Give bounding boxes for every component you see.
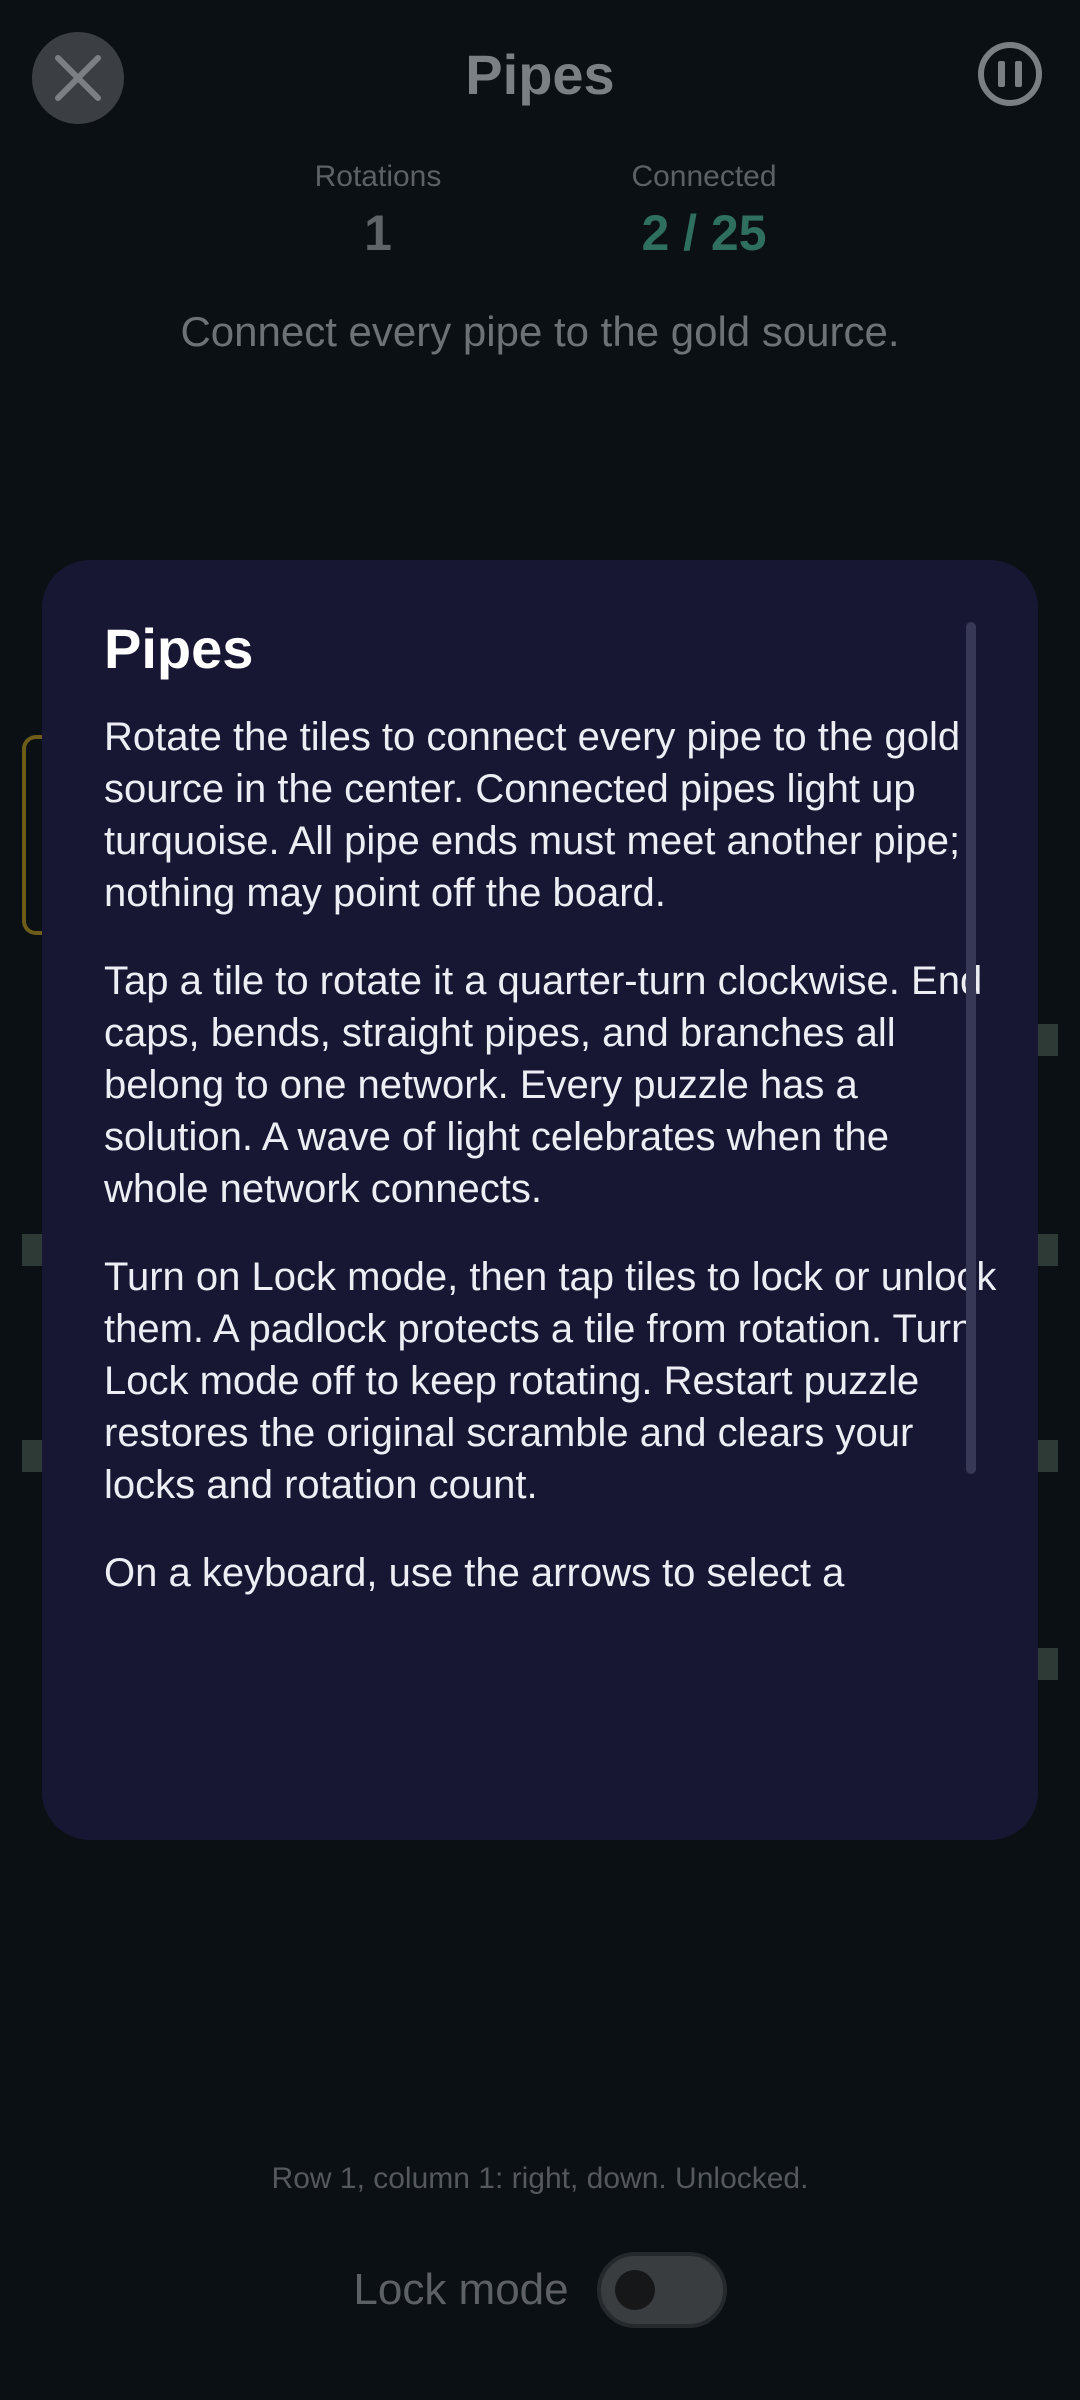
help-paragraph: Turn on Lock mode, then tap tiles to loc… bbox=[104, 1255, 997, 1507]
connected-stat: Connected 2 / 25 bbox=[574, 160, 834, 262]
pipe-stub bbox=[22, 1234, 44, 1266]
toggle-knob bbox=[614, 2270, 655, 2310]
lock-mode-toggle[interactable] bbox=[596, 2252, 727, 2328]
rotations-label: Rotations bbox=[314, 160, 442, 193]
help-dialog-content[interactable]: Pipes Rotate the tiles to connect every … bbox=[104, 616, 1004, 1796]
connected-value: 2 / 25 bbox=[641, 205, 767, 261]
rotations-stat: Rotations 1 bbox=[248, 160, 508, 262]
pipe-stub bbox=[1036, 1234, 1058, 1266]
rotations-value: 1 bbox=[364, 205, 392, 261]
instruction-hint: Connect every pipe to the gold source. bbox=[180, 308, 900, 355]
lock-mode-label: Lock mode bbox=[353, 2265, 569, 2314]
pipe-stub bbox=[1036, 1024, 1058, 1056]
pause-icon-bar bbox=[1015, 61, 1022, 87]
pause-button[interactable] bbox=[978, 42, 1042, 106]
help-paragraph: On a keyboard, use the arrows to select … bbox=[104, 1551, 845, 1595]
page-title: Pipes bbox=[465, 43, 615, 106]
selection-status: Row 1, column 1: right, down. Unlocked. bbox=[271, 2162, 809, 2195]
pipe-stub bbox=[1036, 1440, 1058, 1472]
pipe-stub bbox=[22, 1440, 44, 1472]
help-dialog-scrollbar[interactable] bbox=[966, 622, 976, 1474]
pipe-stub bbox=[1036, 1648, 1058, 1680]
help-dialog-title: Pipes bbox=[104, 617, 254, 680]
help-paragraph: Tap a tile to rotate it a quarter-turn c… bbox=[104, 959, 983, 1211]
help-paragraph: Rotate the tiles to connect every pipe t… bbox=[104, 715, 961, 915]
help-dialog: Pipes Rotate the tiles to connect every … bbox=[42, 560, 1038, 1840]
connected-label: Connected bbox=[631, 160, 777, 193]
lock-mode-row: Lock mode bbox=[0, 2252, 1080, 2328]
pause-icon bbox=[998, 61, 1005, 87]
